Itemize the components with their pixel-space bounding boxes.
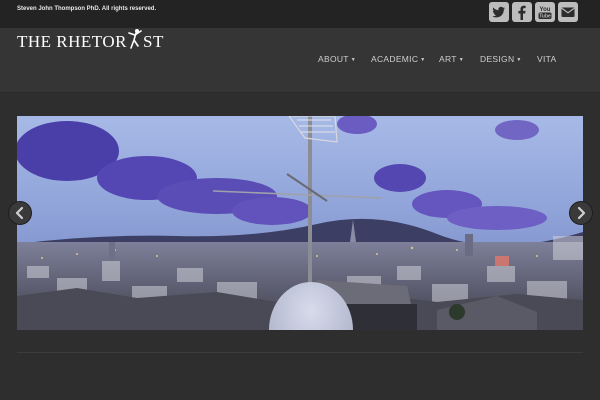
site-logo[interactable]: THE RHETOR ST	[17, 28, 164, 52]
slider-next-button[interactable]	[569, 201, 593, 225]
logo-text-part1: THE RHETOR	[17, 32, 127, 51]
hero-slider-image	[17, 116, 583, 330]
top-bar	[0, 0, 600, 28]
copyright-text: Steven John Thompson PhD. All rights res…	[17, 6, 157, 12]
twitter-icon[interactable]	[489, 2, 509, 22]
youtube-icon[interactable]: You Tube	[535, 2, 555, 22]
svg-text:You: You	[540, 7, 551, 13]
nav-vita[interactable]: VITA	[537, 54, 556, 64]
nav-design[interactable]: DESIGN ▼	[480, 54, 522, 64]
content-divider	[17, 352, 583, 353]
nav-art[interactable]: ART ▼	[439, 54, 464, 64]
dancer-figure-icon	[128, 29, 142, 49]
svg-text:Tube: Tube	[539, 14, 551, 20]
nav-academic[interactable]: ACADEMIC ▼	[371, 54, 426, 64]
email-icon[interactable]	[558, 2, 578, 22]
chevron-left-icon	[15, 206, 24, 220]
logo-text-part2: ST	[143, 32, 164, 51]
nav-about[interactable]: ABOUT ▼	[318, 54, 356, 64]
facebook-icon[interactable]	[512, 2, 532, 22]
chevron-right-icon	[577, 206, 586, 220]
slider-prev-button[interactable]	[8, 201, 32, 225]
